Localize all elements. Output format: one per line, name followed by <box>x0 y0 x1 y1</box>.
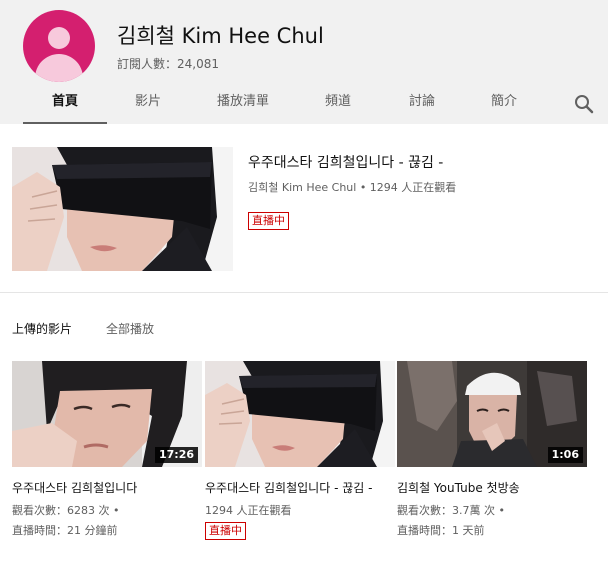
avatar-person-icon-body <box>35 54 83 82</box>
video-streamed-time: 直播時間：21 分鐘前 <box>12 524 118 537</box>
live-badge: 直播中 <box>205 522 246 540</box>
video-viewers: 1294 人正在觀看 <box>205 504 292 517</box>
tab-playlists[interactable]: 播放清單 <box>205 88 281 124</box>
video-title[interactable]: 우주대스타 김희철입니다 <box>12 479 190 497</box>
channel-name: 김희철 Kim Hee Chul <box>117 24 324 48</box>
video-duration: 1:06 <box>547 447 583 463</box>
avatar-person-icon-head <box>48 27 70 49</box>
video-card[interactable]: 우주대스타 김희철입니다 - 끊김 - 1294 人正在觀看 直播中 <box>205 361 395 541</box>
video-streamed-time: 直播時間：1 天前 <box>397 524 485 537</box>
video-views: 觀看次數：6283 次 • <box>12 504 120 517</box>
video-duration: 17:26 <box>154 447 198 463</box>
live-badge: 直播中 <box>248 212 289 230</box>
video-views: 觀看次數：3.7萬 次 • <box>397 504 505 517</box>
video-thumbnail[interactable] <box>205 361 395 467</box>
tab-videos[interactable]: 影片 <box>120 88 176 124</box>
video-title[interactable]: 우주대스타 김희철입니다 - 끊김 - <box>205 479 383 497</box>
video-thumbnail[interactable]: 17:26 <box>12 361 202 467</box>
tab-about[interactable]: 簡介 <box>478 88 530 124</box>
channel-avatar[interactable] <box>23 10 95 82</box>
video-card[interactable]: 17:26 우주대스타 김희철입니다 觀看次數：6283 次 • 直播時間：21… <box>12 361 202 541</box>
video-thumbnail[interactable]: 1:06 <box>397 361 587 467</box>
featured-video-thumbnail[interactable] <box>12 147 233 271</box>
search-icon[interactable] <box>574 94 594 114</box>
tab-discussion[interactable]: 討論 <box>396 88 448 124</box>
uploads-section-title[interactable]: 上傳的影片 <box>12 320 72 337</box>
video-card[interactable]: 1:06 김희철 YouTube 첫방송 觀看次數：3.7萬 次 • 直播時間：… <box>397 361 587 541</box>
featured-video-meta: 김희철 Kim Hee Chul • 1294 人正在觀看 <box>248 181 457 194</box>
tab-channels[interactable]: 頻道 <box>312 88 364 124</box>
play-all-link[interactable]: 全部播放 <box>106 320 154 337</box>
tab-home[interactable]: 首頁 <box>23 88 107 124</box>
channel-header: 김희철 Kim Hee Chul 訂閱人數：24,081 首頁 影片 播放清單 … <box>0 0 608 124</box>
featured-video-title[interactable]: 우주대스타 김희철입니다 - 끊김 - <box>248 152 443 172</box>
video-title[interactable]: 김희철 YouTube 첫방송 <box>397 479 575 497</box>
section-divider <box>0 292 608 293</box>
subscriber-count: 訂閱人數：24,081 <box>117 57 219 71</box>
channel-tabs: 首頁 影片 播放清單 頻道 討論 簡介 <box>0 88 608 124</box>
